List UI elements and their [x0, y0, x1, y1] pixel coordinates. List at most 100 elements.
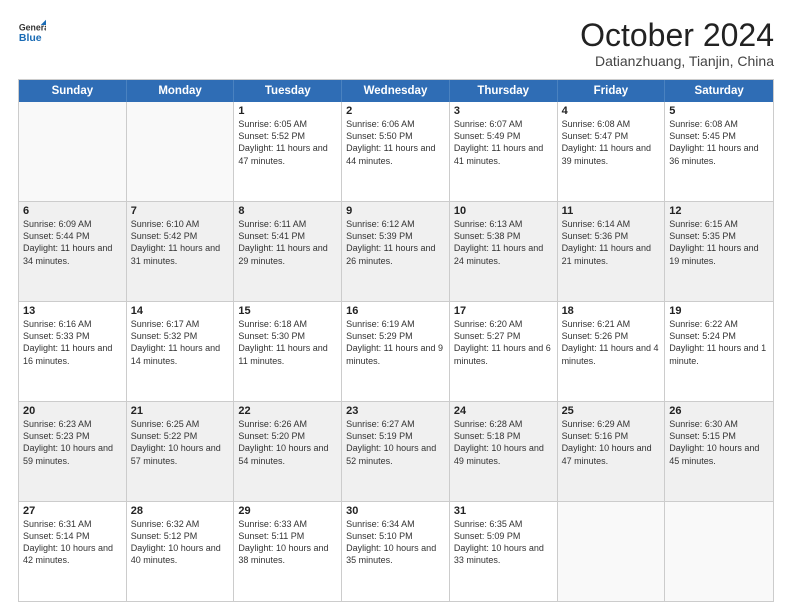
day-cell-17: 17Sunrise: 6:20 AM Sunset: 5:27 PM Dayli…: [450, 302, 558, 401]
day-info: Sunrise: 6:35 AM Sunset: 5:09 PM Dayligh…: [454, 518, 553, 567]
day-cell-22: 22Sunrise: 6:26 AM Sunset: 5:20 PM Dayli…: [234, 402, 342, 501]
day-number: 11: [562, 205, 661, 217]
day-info: Sunrise: 6:12 AM Sunset: 5:39 PM Dayligh…: [346, 218, 445, 267]
day-info: Sunrise: 6:31 AM Sunset: 5:14 PM Dayligh…: [23, 518, 122, 567]
day-cell-30: 30Sunrise: 6:34 AM Sunset: 5:10 PM Dayli…: [342, 502, 450, 601]
day-cell-8: 8Sunrise: 6:11 AM Sunset: 5:41 PM Daylig…: [234, 202, 342, 301]
day-info: Sunrise: 6:21 AM Sunset: 5:26 PM Dayligh…: [562, 318, 661, 367]
header-day-monday: Monday: [127, 80, 235, 102]
day-number: 26: [669, 405, 769, 417]
day-cell-11: 11Sunrise: 6:14 AM Sunset: 5:36 PM Dayli…: [558, 202, 666, 301]
day-number: 22: [238, 405, 337, 417]
day-cell-19: 19Sunrise: 6:22 AM Sunset: 5:24 PM Dayli…: [665, 302, 773, 401]
day-cell-3: 3Sunrise: 6:07 AM Sunset: 5:49 PM Daylig…: [450, 102, 558, 201]
svg-text:General: General: [19, 22, 46, 32]
day-info: Sunrise: 6:08 AM Sunset: 5:47 PM Dayligh…: [562, 118, 661, 167]
week-row-5: 27Sunrise: 6:31 AM Sunset: 5:14 PM Dayli…: [19, 502, 773, 601]
day-info: Sunrise: 6:16 AM Sunset: 5:33 PM Dayligh…: [23, 318, 122, 367]
day-cell-29: 29Sunrise: 6:33 AM Sunset: 5:11 PM Dayli…: [234, 502, 342, 601]
day-info: Sunrise: 6:11 AM Sunset: 5:41 PM Dayligh…: [238, 218, 337, 267]
header-day-sunday: Sunday: [19, 80, 127, 102]
day-info: Sunrise: 6:20 AM Sunset: 5:27 PM Dayligh…: [454, 318, 553, 367]
day-info: Sunrise: 6:29 AM Sunset: 5:16 PM Dayligh…: [562, 418, 661, 467]
day-number: 6: [23, 205, 122, 217]
day-info: Sunrise: 6:17 AM Sunset: 5:32 PM Dayligh…: [131, 318, 230, 367]
day-info: Sunrise: 6:14 AM Sunset: 5:36 PM Dayligh…: [562, 218, 661, 267]
empty-cell: [19, 102, 127, 201]
day-number: 15: [238, 305, 337, 317]
week-row-1: 1Sunrise: 6:05 AM Sunset: 5:52 PM Daylig…: [19, 102, 773, 202]
day-number: 17: [454, 305, 553, 317]
calendar-title: October 2024: [580, 18, 774, 53]
day-number: 8: [238, 205, 337, 217]
empty-cell: [665, 502, 773, 601]
day-number: 30: [346, 505, 445, 517]
day-info: Sunrise: 6:19 AM Sunset: 5:29 PM Dayligh…: [346, 318, 445, 367]
header-day-friday: Friday: [558, 80, 666, 102]
day-number: 7: [131, 205, 230, 217]
header-day-saturday: Saturday: [665, 80, 773, 102]
day-cell-12: 12Sunrise: 6:15 AM Sunset: 5:35 PM Dayli…: [665, 202, 773, 301]
logo: General Blue: [18, 18, 46, 46]
day-number: 20: [23, 405, 122, 417]
day-cell-31: 31Sunrise: 6:35 AM Sunset: 5:09 PM Dayli…: [450, 502, 558, 601]
day-info: Sunrise: 6:22 AM Sunset: 5:24 PM Dayligh…: [669, 318, 769, 367]
calendar-header-row: SundayMondayTuesdayWednesdayThursdayFrid…: [19, 80, 773, 102]
day-number: 5: [669, 105, 769, 117]
day-info: Sunrise: 6:28 AM Sunset: 5:18 PM Dayligh…: [454, 418, 553, 467]
day-cell-28: 28Sunrise: 6:32 AM Sunset: 5:12 PM Dayli…: [127, 502, 235, 601]
day-number: 31: [454, 505, 553, 517]
day-number: 14: [131, 305, 230, 317]
header-day-tuesday: Tuesday: [234, 80, 342, 102]
day-info: Sunrise: 6:23 AM Sunset: 5:23 PM Dayligh…: [23, 418, 122, 467]
header-day-wednesday: Wednesday: [342, 80, 450, 102]
day-cell-25: 25Sunrise: 6:29 AM Sunset: 5:16 PM Dayli…: [558, 402, 666, 501]
day-number: 2: [346, 105, 445, 117]
day-number: 21: [131, 405, 230, 417]
day-cell-6: 6Sunrise: 6:09 AM Sunset: 5:44 PM Daylig…: [19, 202, 127, 301]
day-cell-2: 2Sunrise: 6:06 AM Sunset: 5:50 PM Daylig…: [342, 102, 450, 201]
week-row-4: 20Sunrise: 6:23 AM Sunset: 5:23 PM Dayli…: [19, 402, 773, 502]
day-cell-26: 26Sunrise: 6:30 AM Sunset: 5:15 PM Dayli…: [665, 402, 773, 501]
day-info: Sunrise: 6:27 AM Sunset: 5:19 PM Dayligh…: [346, 418, 445, 467]
day-info: Sunrise: 6:06 AM Sunset: 5:50 PM Dayligh…: [346, 118, 445, 167]
day-cell-14: 14Sunrise: 6:17 AM Sunset: 5:32 PM Dayli…: [127, 302, 235, 401]
day-number: 13: [23, 305, 122, 317]
day-number: 3: [454, 105, 553, 117]
day-number: 10: [454, 205, 553, 217]
day-info: Sunrise: 6:09 AM Sunset: 5:44 PM Dayligh…: [23, 218, 122, 267]
day-cell-7: 7Sunrise: 6:10 AM Sunset: 5:42 PM Daylig…: [127, 202, 235, 301]
header-day-thursday: Thursday: [450, 80, 558, 102]
logo-icon: General Blue: [18, 18, 46, 46]
page-header: General Blue October 2024 Datianzhuang, …: [18, 18, 774, 69]
day-number: 28: [131, 505, 230, 517]
day-info: Sunrise: 6:32 AM Sunset: 5:12 PM Dayligh…: [131, 518, 230, 567]
day-number: 24: [454, 405, 553, 417]
day-info: Sunrise: 6:07 AM Sunset: 5:49 PM Dayligh…: [454, 118, 553, 167]
calendar-page: General Blue October 2024 Datianzhuang, …: [0, 0, 792, 612]
day-cell-5: 5Sunrise: 6:08 AM Sunset: 5:45 PM Daylig…: [665, 102, 773, 201]
day-cell-9: 9Sunrise: 6:12 AM Sunset: 5:39 PM Daylig…: [342, 202, 450, 301]
day-cell-18: 18Sunrise: 6:21 AM Sunset: 5:26 PM Dayli…: [558, 302, 666, 401]
day-info: Sunrise: 6:08 AM Sunset: 5:45 PM Dayligh…: [669, 118, 769, 167]
day-number: 12: [669, 205, 769, 217]
week-row-2: 6Sunrise: 6:09 AM Sunset: 5:44 PM Daylig…: [19, 202, 773, 302]
day-info: Sunrise: 6:30 AM Sunset: 5:15 PM Dayligh…: [669, 418, 769, 467]
day-number: 19: [669, 305, 769, 317]
day-cell-13: 13Sunrise: 6:16 AM Sunset: 5:33 PM Dayli…: [19, 302, 127, 401]
day-info: Sunrise: 6:13 AM Sunset: 5:38 PM Dayligh…: [454, 218, 553, 267]
day-cell-21: 21Sunrise: 6:25 AM Sunset: 5:22 PM Dayli…: [127, 402, 235, 501]
day-number: 4: [562, 105, 661, 117]
day-number: 29: [238, 505, 337, 517]
day-cell-15: 15Sunrise: 6:18 AM Sunset: 5:30 PM Dayli…: [234, 302, 342, 401]
day-number: 27: [23, 505, 122, 517]
day-cell-23: 23Sunrise: 6:27 AM Sunset: 5:19 PM Dayli…: [342, 402, 450, 501]
day-info: Sunrise: 6:10 AM Sunset: 5:42 PM Dayligh…: [131, 218, 230, 267]
day-cell-24: 24Sunrise: 6:28 AM Sunset: 5:18 PM Dayli…: [450, 402, 558, 501]
day-cell-10: 10Sunrise: 6:13 AM Sunset: 5:38 PM Dayli…: [450, 202, 558, 301]
day-info: Sunrise: 6:15 AM Sunset: 5:35 PM Dayligh…: [669, 218, 769, 267]
day-cell-20: 20Sunrise: 6:23 AM Sunset: 5:23 PM Dayli…: [19, 402, 127, 501]
day-cell-4: 4Sunrise: 6:08 AM Sunset: 5:47 PM Daylig…: [558, 102, 666, 201]
day-info: Sunrise: 6:33 AM Sunset: 5:11 PM Dayligh…: [238, 518, 337, 567]
calendar-body: 1Sunrise: 6:05 AM Sunset: 5:52 PM Daylig…: [19, 102, 773, 601]
